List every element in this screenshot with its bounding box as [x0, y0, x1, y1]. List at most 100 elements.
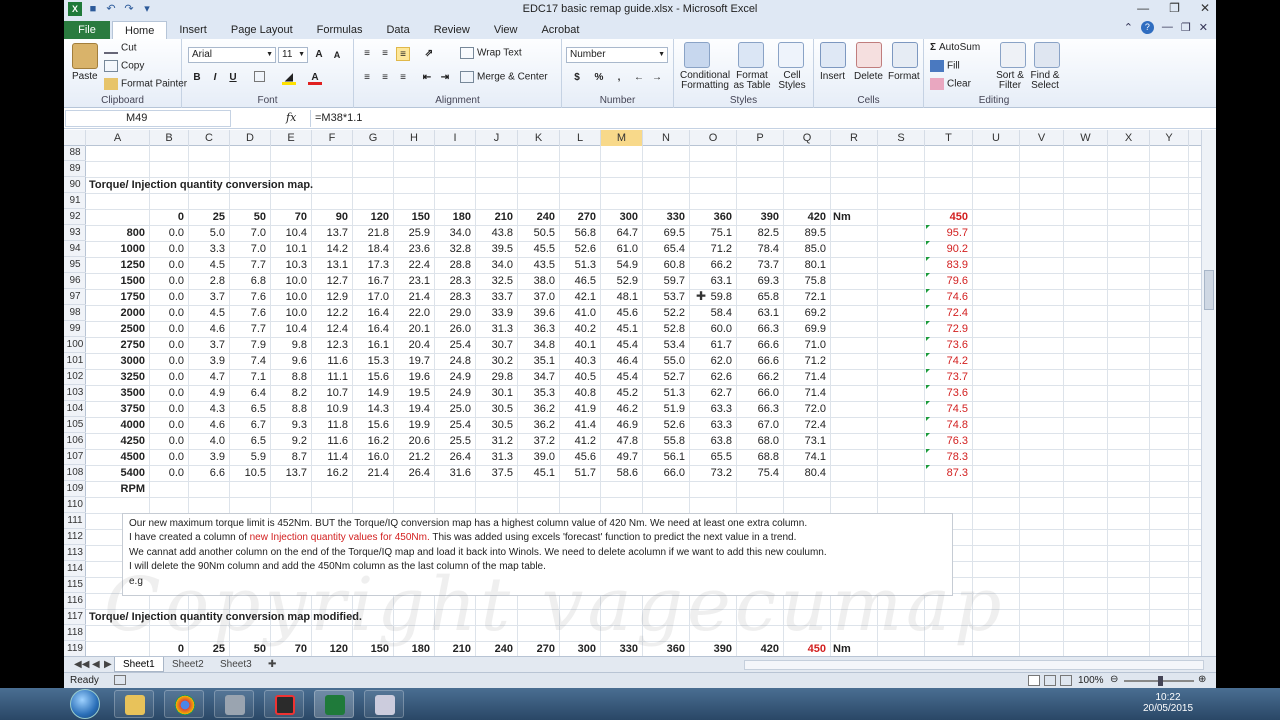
column-header-w[interactable]: W — [1064, 130, 1108, 146]
comma-style-icon[interactable]: , — [612, 71, 626, 85]
iq-value-cell[interactable]: 61.0 — [601, 241, 643, 257]
taskbar-app-3[interactable] — [364, 690, 404, 718]
row-header-97[interactable]: 97 — [64, 289, 86, 305]
iq-value-cell[interactable]: 24.9 — [435, 369, 476, 385]
column-header-j[interactable]: J — [476, 130, 518, 146]
iq-value-cell[interactable]: 0.0 — [150, 241, 189, 257]
row-header-105[interactable]: 105 — [64, 417, 86, 433]
iq-value-cell[interactable]: 52.8 — [643, 321, 690, 337]
iq-value-cell[interactable]: 12.4 — [312, 321, 353, 337]
iq-value-cell[interactable]: 16.4 — [353, 321, 394, 337]
tab-home[interactable]: Home — [112, 21, 168, 39]
torque-header-cell[interactable]: 180 — [435, 209, 476, 225]
iq-value-cell[interactable]: 45.2 — [601, 385, 643, 401]
iq-value-cell[interactable]: 16.2 — [312, 465, 353, 481]
iq-value-cell[interactable]: 19.7 — [394, 353, 435, 369]
iq-value-cell[interactable]: 38.0 — [518, 273, 560, 289]
row-header-89[interactable]: 89 — [64, 161, 86, 177]
iq-value-cell[interactable]: 7.7 — [230, 321, 271, 337]
iq-value-cell[interactable]: 32.8 — [435, 241, 476, 257]
iq-value-cell[interactable]: 45.5 — [518, 241, 560, 257]
iq-value-cell[interactable]: 18.4 — [353, 241, 394, 257]
torque-header-cell[interactable]: 240 — [518, 209, 560, 225]
iq-value-cell[interactable]: 66.2 — [737, 369, 784, 385]
iq-value-cell[interactable]: 53.7 — [643, 289, 690, 305]
rpm-cell[interactable]: 800 — [86, 225, 150, 241]
iq-value-cell[interactable]: 51.7 — [560, 465, 601, 481]
iq-value-cell[interactable]: 63.1 — [737, 305, 784, 321]
iq-value-cell[interactable]: 45.4 — [601, 369, 643, 385]
tab-insert[interactable]: Insert — [167, 21, 219, 39]
iq-value-cell[interactable]: 6.5 — [230, 433, 271, 449]
insert-function-icon[interactable]: fx — [286, 111, 296, 124]
row-header-94[interactable]: 94 — [64, 241, 86, 257]
modified-torque-header-cell[interactable]: 70 — [271, 641, 312, 656]
unit-cell[interactable]: Nm — [831, 209, 878, 225]
iq-value-cell[interactable]: 0.0 — [150, 321, 189, 337]
iq-value-cell[interactable]: 16.7 — [353, 273, 394, 289]
iq-value-cell[interactable]: 66.0 — [643, 465, 690, 481]
torque-header-cell[interactable]: 120 — [353, 209, 394, 225]
iq-value-cell[interactable]: 16.1 — [353, 337, 394, 353]
iq-value-cell[interactable]: 71.2 — [784, 353, 831, 369]
clear-button[interactable]: Clear — [930, 78, 971, 90]
iq-value-cell[interactable]: 69.2 — [784, 305, 831, 321]
torque-header-cell[interactable]: 90 — [312, 209, 353, 225]
align-bottom-icon[interactable]: ≡ — [396, 47, 410, 61]
row-header-91[interactable]: 91 — [64, 193, 86, 209]
iq-value-cell[interactable]: 52.7 — [643, 369, 690, 385]
conditional-formatting-button[interactable]: Conditional Formatting — [680, 71, 730, 91]
iq-value-cell[interactable]: 4.0 — [189, 433, 230, 449]
iq-value-cell[interactable]: 51.3 — [643, 385, 690, 401]
iq-value-cell[interactable]: 49.7 — [601, 449, 643, 465]
iq-value-cell[interactable]: 0.0 — [150, 337, 189, 353]
iq-value-cell[interactable]: 40.2 — [560, 321, 601, 337]
iq-value-cell[interactable]: 63.8 — [690, 433, 737, 449]
iq-value-cell[interactable]: 75.4 — [737, 465, 784, 481]
torque-header-cell[interactable]: 330 — [643, 209, 690, 225]
column-header-q[interactable]: Q — [784, 130, 831, 146]
iq-value-cell[interactable]: 62.0 — [690, 353, 737, 369]
rpm-cell[interactable]: 1250 — [86, 257, 150, 273]
iq-value-cell[interactable]: 37.0 — [518, 289, 560, 305]
column-header-n[interactable]: N — [643, 130, 690, 146]
tab-file[interactable]: File — [64, 21, 110, 39]
iq-value-cell[interactable]: 30.2 — [476, 353, 518, 369]
iq-value-cell[interactable]: 89.5 — [784, 225, 831, 241]
restore-button[interactable]: ❐ — [1169, 1, 1180, 15]
taskbar-app-2[interactable] — [264, 690, 304, 718]
forecast-value-cell[interactable]: 74.2 — [925, 353, 973, 369]
iq-value-cell[interactable]: 54.9 — [601, 257, 643, 273]
iq-value-cell[interactable]: 13.7 — [312, 225, 353, 241]
modified-torque-header-cell[interactable]: 210 — [435, 641, 476, 656]
increase-decimal-icon[interactable]: ← — [632, 71, 646, 85]
iq-value-cell[interactable]: 67.0 — [737, 417, 784, 433]
iq-value-cell[interactable]: 51.9 — [643, 401, 690, 417]
name-box[interactable]: M49 — [65, 110, 231, 127]
iq-value-cell[interactable]: 52.6 — [560, 241, 601, 257]
row-header-119[interactable]: 119 — [64, 641, 86, 657]
extra-torque-header-cell[interactable]: 450 — [925, 209, 973, 225]
decrease-indent-icon[interactable]: ⇤ — [420, 71, 434, 85]
iq-value-cell[interactable]: 0.0 — [150, 353, 189, 369]
decrease-decimal-icon[interactable]: → — [650, 71, 664, 85]
iq-value-cell[interactable]: 43.5 — [518, 257, 560, 273]
row-header-101[interactable]: 101 — [64, 353, 86, 369]
iq-value-cell[interactable]: 33.7 — [476, 289, 518, 305]
taskbar-chrome[interactable] — [164, 690, 204, 718]
forecast-value-cell[interactable]: 83.9 — [925, 257, 973, 273]
iq-value-cell[interactable]: 66.6 — [737, 337, 784, 353]
fill-button[interactable]: Fill — [930, 60, 960, 72]
iq-value-cell[interactable]: 28.3 — [435, 289, 476, 305]
iq-value-cell[interactable]: 4.5 — [189, 257, 230, 273]
iq-value-cell[interactable]: 43.8 — [476, 225, 518, 241]
shrink-font-icon[interactable]: A — [330, 48, 344, 62]
iq-value-cell[interactable]: 0.0 — [150, 433, 189, 449]
rpm-cell[interactable]: 5400 — [86, 465, 150, 481]
rpm-cell[interactable]: 3750 — [86, 401, 150, 417]
iq-value-cell[interactable]: 12.2 — [312, 305, 353, 321]
column-header-i[interactable]: I — [435, 130, 476, 146]
rpm-cell[interactable]: 1000 — [86, 241, 150, 257]
column-header-u[interactable]: U — [973, 130, 1020, 146]
iq-value-cell[interactable]: 9.2 — [271, 433, 312, 449]
